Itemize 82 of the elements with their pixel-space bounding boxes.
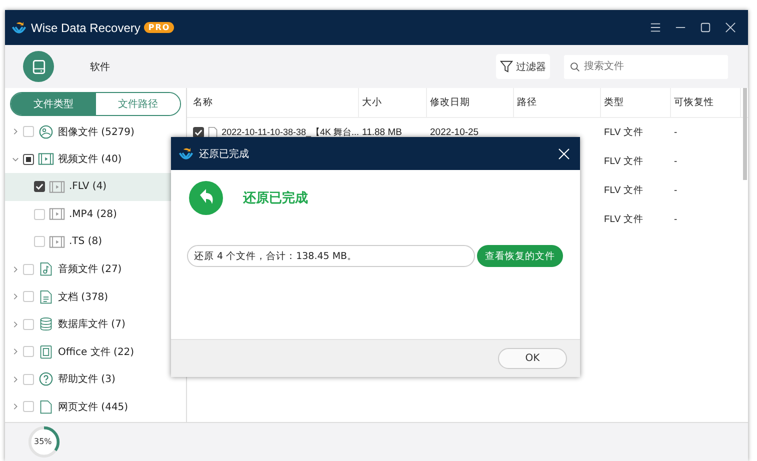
column-header[interactable]: 修改日期 <box>427 88 514 117</box>
file-type: FLV 文件 <box>604 126 644 139</box>
search-icon <box>570 62 580 72</box>
menu-icon[interactable] <box>650 22 661 33</box>
scrollbar[interactable] <box>743 88 747 180</box>
ok-button[interactable]: OK <box>498 348 567 369</box>
tree-label: 帮助文件 (3) <box>58 372 116 386</box>
web-file-icon <box>38 400 54 414</box>
recoverability: - <box>674 156 678 167</box>
tree-label: 文档 (378) <box>58 290 108 304</box>
app-logo-icon <box>11 20 27 36</box>
chevron-icon[interactable] <box>12 266 19 273</box>
tree-item[interactable]: Office 文件 (22) <box>5 338 186 366</box>
file-type: FLV 文件 <box>604 213 644 226</box>
document-icon <box>38 290 54 304</box>
database-icon <box>38 317 54 332</box>
tree-label: 音频文件 (27) <box>58 262 122 276</box>
tree-label: Office 文件 (22) <box>58 346 134 359</box>
file-size: 11.88 MB <box>362 127 402 138</box>
tree-item[interactable]: 音频文件 (27) <box>5 256 186 283</box>
recoverability: - <box>674 185 678 196</box>
file-name: 2022-10-11-10-38-38_【4K 舞台... <box>222 126 359 139</box>
chevron-icon[interactable] <box>12 348 19 356</box>
column-header[interactable]: 大小 <box>359 88 427 117</box>
checkbox[interactable] <box>193 127 204 138</box>
pro-badge: PRO <box>144 22 174 33</box>
app-title: Wise Data Recovery <box>31 20 140 34</box>
filter-button[interactable]: 过滤器 <box>496 54 550 79</box>
tree-label: 数据库文件 (7) <box>58 318 126 332</box>
film-icon <box>49 234 65 249</box>
checkbox[interactable] <box>34 181 45 192</box>
column-header[interactable]: 路径 <box>514 88 601 117</box>
file-type: FLV 文件 <box>604 155 644 168</box>
tree-label: 视频文件 (40) <box>58 152 122 166</box>
modified-date: 2022-10-25 <box>430 127 479 138</box>
tree-label: 图像文件 (5279) <box>58 126 134 139</box>
drive-button[interactable] <box>23 51 54 82</box>
chevron-icon[interactable] <box>12 293 19 300</box>
dialog-title: 还原已完成 <box>199 148 249 160</box>
tree-item[interactable]: 帮助文件 (3) <box>5 366 186 393</box>
column-header[interactable]: 类型 <box>601 88 671 117</box>
film-icon <box>49 180 65 194</box>
maximize-icon[interactable] <box>700 22 711 33</box>
chevron-icon[interactable] <box>12 376 19 383</box>
app-logo-icon <box>178 146 194 162</box>
checkbox[interactable] <box>23 154 34 165</box>
tree-label: .MP4 (28) <box>69 208 117 220</box>
search-field[interactable]: 搜索文件 <box>564 54 728 78</box>
progress-percent: 35% <box>34 437 52 446</box>
chevron-icon[interactable] <box>12 156 19 163</box>
tree-label: .FLV (4) <box>69 181 107 192</box>
tree-label: .TS (8) <box>69 236 102 248</box>
recoverability: - <box>674 214 678 225</box>
chevron-icon[interactable] <box>12 320 19 328</box>
tree-item[interactable]: .TS (8) <box>5 228 186 256</box>
tree-item[interactable]: 视频文件 (40) <box>5 146 186 173</box>
tree-item[interactable]: 文档 (378) <box>5 283 186 310</box>
tree-item[interactable]: 图像文件 (5279) <box>5 118 186 146</box>
column-header[interactable]: 可恢复性 <box>671 88 741 117</box>
office-file-icon <box>38 344 54 359</box>
chevron-icon[interactable] <box>12 403 19 410</box>
tab[interactable]: 文件类型 <box>11 93 96 115</box>
tree-label: 网页文件 (445) <box>58 400 128 414</box>
film-icon <box>38 152 54 166</box>
file-icon <box>208 126 218 140</box>
drive-label: 软件 <box>90 60 110 74</box>
summary-field: 还原 4 个文件，合计：138.45 MB。 <box>187 245 475 267</box>
close-icon[interactable] <box>725 22 736 33</box>
tree-item[interactable]: 网页文件 (445) <box>5 393 186 420</box>
tree-item[interactable]: .MP4 (28) <box>5 200 186 228</box>
view-files-button[interactable]: 查看恢复的文件 <box>477 245 563 267</box>
music-file-icon <box>38 262 54 276</box>
filter-icon <box>500 60 513 73</box>
chevron-icon[interactable] <box>12 128 19 136</box>
image-file-icon <box>38 124 54 139</box>
film-icon <box>49 207 65 222</box>
column-header[interactable]: 名称 <box>187 88 359 117</box>
recoverability: - <box>674 127 678 138</box>
dialog-heading: 还原已完成 <box>243 190 308 207</box>
help-icon <box>38 372 54 386</box>
file-type: FLV 文件 <box>604 184 644 197</box>
tree-item[interactable]: 数据库文件 (7) <box>5 310 186 338</box>
